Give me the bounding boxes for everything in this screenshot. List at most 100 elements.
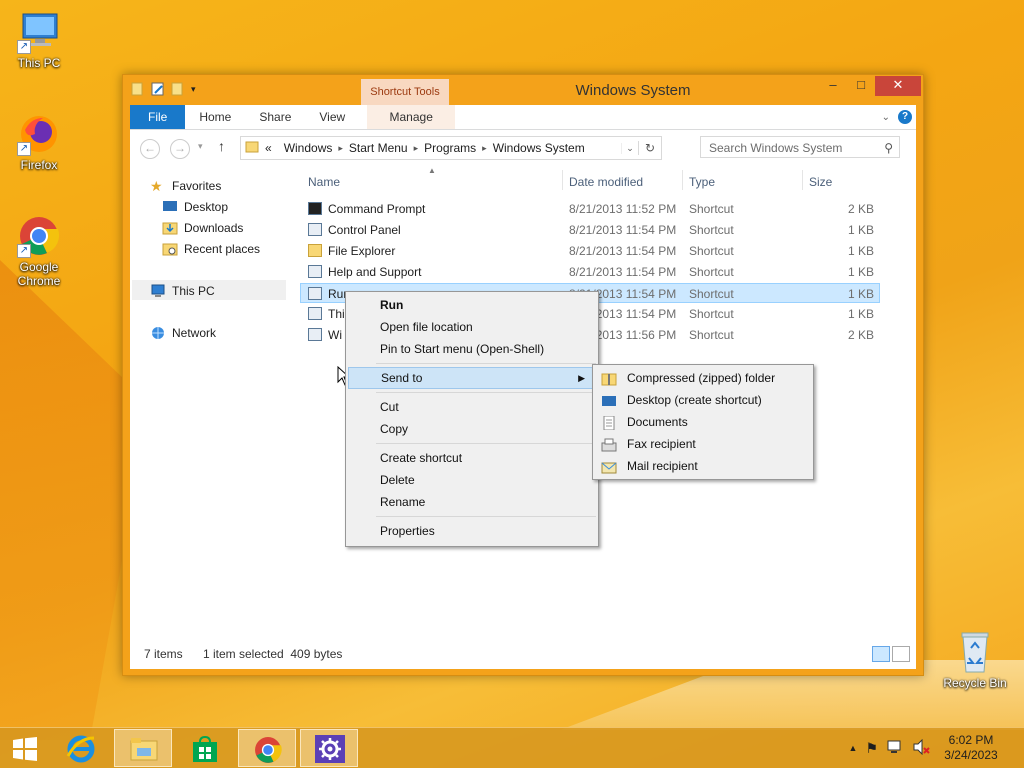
menu-item-run[interactable]: Run bbox=[348, 294, 596, 316]
desktop-icon-google-chrome[interactable]: ↗ Google Chrome bbox=[4, 214, 74, 288]
taskbar-settings[interactable] bbox=[300, 729, 358, 767]
menu-item-fax-recipient[interactable]: Fax recipient bbox=[595, 433, 811, 455]
file-name: Wi bbox=[328, 328, 342, 342]
taskbar-google-chrome[interactable] bbox=[238, 729, 296, 767]
chevron-right-icon[interactable]: ▸ bbox=[414, 143, 419, 154]
sort-ascending-icon: ▲ bbox=[428, 166, 436, 175]
column-header-type[interactable]: Type bbox=[689, 172, 715, 192]
close-button[interactable]: ✕ bbox=[875, 76, 921, 96]
column-divider[interactable] bbox=[682, 170, 683, 190]
status-bar: 7 items 1 item selected 409 bytes bbox=[130, 639, 916, 669]
chevron-right-icon: ▶ bbox=[578, 373, 585, 383]
menu-item-delete[interactable]: Delete bbox=[348, 469, 596, 491]
nav-network[interactable]: Network bbox=[150, 323, 216, 343]
breadcrumb-overflow[interactable]: « bbox=[265, 141, 272, 155]
menu-item-cut[interactable]: Cut bbox=[348, 396, 596, 418]
menu-item-open-file-location[interactable]: Open file location bbox=[348, 316, 596, 338]
start-button[interactable] bbox=[0, 729, 50, 767]
nav-desktop[interactable]: Desktop bbox=[162, 197, 228, 217]
action-center-flag-icon[interactable]: ⚑ bbox=[865, 740, 878, 757]
address-dropdown-icon[interactable]: ⌄ bbox=[621, 142, 638, 154]
chevron-right-icon[interactable]: ▸ bbox=[338, 143, 343, 154]
help-icon[interactable]: ? bbox=[898, 110, 912, 124]
network-status-icon[interactable] bbox=[886, 739, 904, 758]
maximize-button[interactable]: □ bbox=[847, 76, 875, 96]
tab-file[interactable]: File bbox=[130, 105, 186, 129]
large-icons-view-button[interactable] bbox=[892, 646, 910, 662]
tab-view[interactable]: View bbox=[305, 105, 359, 129]
menu-item-label: Documents bbox=[627, 415, 688, 429]
breadcrumb-start-menu[interactable]: Start Menu bbox=[349, 141, 408, 155]
table-row[interactable]: Control Panel 8/21/2013 11:54 PM Shortcu… bbox=[300, 220, 880, 240]
menu-item-compressed-folder[interactable]: Compressed (zipped) folder bbox=[595, 367, 811, 389]
menu-item-send-to[interactable]: Send to ▶ bbox=[348, 367, 596, 389]
details-view-button[interactable] bbox=[872, 646, 890, 662]
show-hidden-icons-icon[interactable]: ▲ bbox=[849, 743, 858, 753]
shortcut-arrow-icon: ↗ bbox=[17, 40, 31, 54]
nav-favorites[interactable]: ★ Favorites bbox=[150, 176, 221, 196]
breadcrumb-windows[interactable]: Windows bbox=[284, 141, 333, 155]
desktop-icon-firefox[interactable]: ↗ Firefox bbox=[4, 112, 74, 172]
table-row[interactable]: File Explorer 8/21/2013 11:54 PM Shortcu… bbox=[300, 241, 880, 261]
table-row[interactable]: Help and Support 8/21/2013 11:54 PM Shor… bbox=[300, 262, 880, 282]
column-header-date[interactable]: Date modified bbox=[569, 172, 643, 192]
column-divider[interactable] bbox=[562, 170, 563, 190]
desktop-icon-label: This PC bbox=[17, 56, 61, 70]
navigation-pane: ★ Favorites Desktop Downloads Recent pla… bbox=[130, 166, 290, 639]
expand-ribbon-icon[interactable]: ⌄ bbox=[882, 112, 890, 123]
nav-this-pc[interactable]: This PC bbox=[150, 281, 215, 301]
downloads-icon bbox=[162, 221, 178, 235]
column-divider[interactable] bbox=[802, 170, 803, 190]
refresh-icon[interactable]: ↻ bbox=[638, 141, 661, 155]
taskbar-internet-explorer[interactable] bbox=[52, 729, 110, 767]
nav-recent-places[interactable]: Recent places bbox=[162, 239, 260, 259]
recent-locations-icon[interactable]: ▾ bbox=[198, 141, 203, 152]
item-count: 7 items bbox=[144, 647, 183, 661]
column-header-name[interactable]: Name bbox=[308, 172, 340, 192]
send-to-submenu: Compressed (zipped) folder Desktop (crea… bbox=[592, 364, 814, 480]
menu-item-documents[interactable]: Documents bbox=[595, 411, 811, 433]
search-input[interactable]: Search Windows System ⚲ bbox=[700, 136, 900, 158]
minimize-button[interactable]: – bbox=[819, 76, 847, 96]
nav-label: Network bbox=[172, 326, 217, 340]
breadcrumb-programs[interactable]: Programs bbox=[424, 141, 476, 155]
desktop-icon-recycle-bin[interactable]: Recycle Bin bbox=[940, 630, 1010, 690]
file-explorer-icon bbox=[308, 244, 322, 257]
menu-item-rename[interactable]: Rename bbox=[348, 491, 596, 513]
breadcrumb-windows-system[interactable]: Windows System bbox=[493, 141, 585, 155]
tab-home[interactable]: Home bbox=[185, 105, 245, 129]
menu-item-pin-to-start[interactable]: Pin to Start menu (Open-Shell) bbox=[348, 338, 596, 360]
menu-separator bbox=[376, 363, 596, 364]
taskbar-store[interactable] bbox=[176, 729, 234, 767]
menu-separator bbox=[376, 516, 596, 517]
column-header-size[interactable]: Size bbox=[809, 172, 832, 192]
menu-item-label: Mail recipient bbox=[627, 459, 698, 473]
menu-item-mail-recipient[interactable]: Mail recipient bbox=[595, 455, 811, 477]
back-button[interactable]: ← bbox=[140, 139, 160, 159]
taskbar-file-explorer[interactable] bbox=[114, 729, 172, 767]
desktop-icon-this-pc[interactable]: ↗ This PC bbox=[4, 10, 74, 70]
system-tray: ▲ ⚑ 6:02 PM 3/24/2023 bbox=[849, 728, 1024, 768]
nav-downloads[interactable]: Downloads bbox=[162, 218, 243, 238]
menu-item-create-shortcut[interactable]: Create shortcut bbox=[348, 447, 596, 469]
title-bar[interactable]: ▾ Shortcut Tools Windows System – □ ✕ bbox=[123, 75, 923, 105]
chrome-icon: ↗ bbox=[17, 214, 61, 258]
nav-label: Downloads bbox=[184, 221, 244, 235]
taskbar-clock[interactable]: 6:02 PM 3/24/2023 bbox=[938, 733, 1004, 763]
tab-share[interactable]: Share bbox=[245, 105, 305, 129]
menu-item-copy[interactable]: Copy bbox=[348, 418, 596, 440]
volume-muted-icon[interactable] bbox=[912, 738, 930, 758]
menu-item-properties[interactable]: Properties bbox=[348, 520, 596, 542]
up-button[interactable]: ↑ bbox=[218, 138, 225, 154]
address-input[interactable]: « Windows ▸ Start Menu ▸ Programs ▸ Wind… bbox=[240, 136, 662, 160]
file-type: Shortcut bbox=[689, 223, 734, 237]
file-size: 1 KB bbox=[847, 223, 874, 237]
tab-manage[interactable]: Manage bbox=[367, 105, 456, 129]
control-panel-icon bbox=[308, 223, 322, 236]
chevron-right-icon[interactable]: ▸ bbox=[482, 143, 487, 154]
menu-item-desktop-shortcut[interactable]: Desktop (create shortcut) bbox=[595, 389, 811, 411]
desktop-icon-label: Recycle Bin bbox=[943, 676, 1007, 690]
internet-explorer-icon bbox=[66, 735, 95, 763]
forward-button[interactable]: → bbox=[170, 139, 190, 159]
table-row[interactable]: Command Prompt 8/21/2013 11:52 PM Shortc… bbox=[300, 199, 880, 219]
